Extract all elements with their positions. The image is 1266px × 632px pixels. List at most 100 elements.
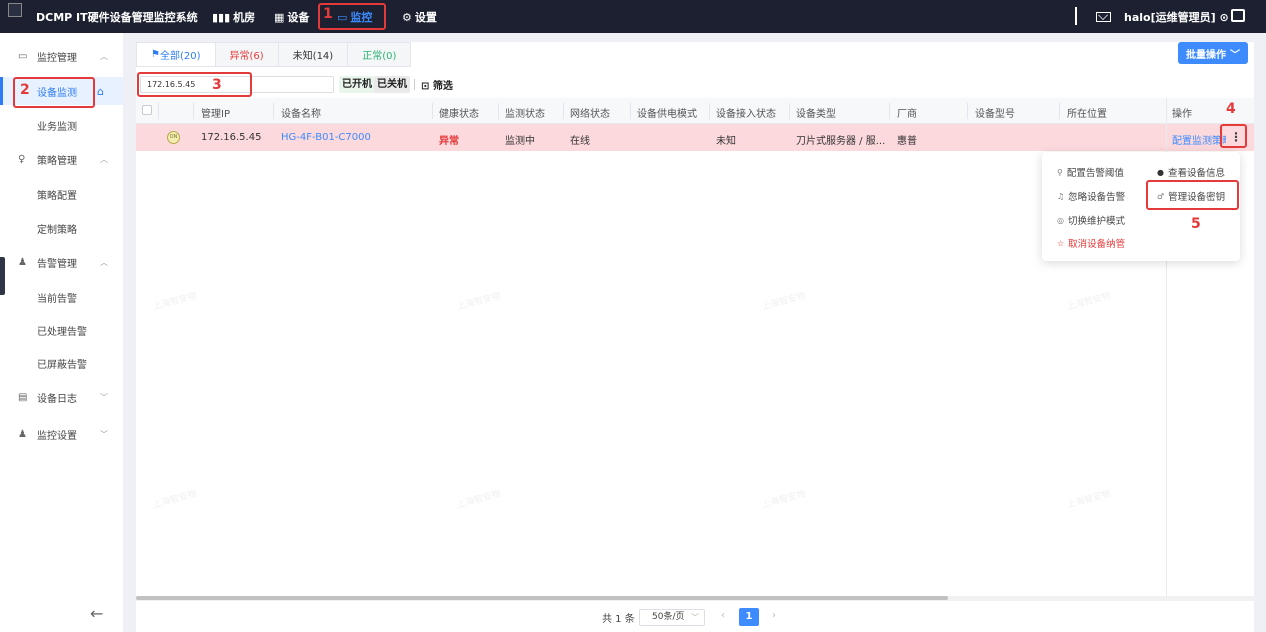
bell-icon: ♟ <box>18 256 27 268</box>
sidebar-group-monitor-management[interactable]: ▭ 监控管理 ︿ <box>0 42 123 70</box>
filter-button[interactable]: ⊡ 筛选 <box>421 77 453 92</box>
bulb-icon: ♀ <box>18 153 26 165</box>
col-header-name[interactable]: 设备名称 <box>281 105 321 120</box>
menu-item-config-alarm-threshold[interactable]: ⚲ 配置告警阈值 <box>1057 165 1124 180</box>
column-divider <box>889 103 890 119</box>
sidebar-item-current-alarms[interactable]: 当前告警 <box>0 283 123 311</box>
chevron-down-icon: ﹀ <box>100 429 108 439</box>
chevron-down-icon: ⊙ <box>1219 11 1229 24</box>
nav-item-settings[interactable]: ⚙ 设置 <box>402 9 437 25</box>
page-size-select[interactable]: 50条/页 ﹀ <box>639 609 705 626</box>
mail-icon[interactable] <box>1096 12 1111 22</box>
bar-chart-icon: ▮▮▮ <box>212 10 231 24</box>
info-icon: ● <box>1157 167 1164 177</box>
chevron-down-icon: ﹀ <box>691 613 699 622</box>
chevron-down-icon: ﹀ <box>100 392 108 402</box>
printer-icon[interactable] <box>1231 9 1245 22</box>
col-header-ip[interactable]: 管理IP <box>201 105 230 120</box>
watermark: 上海智安物 <box>760 489 807 511</box>
document-icon: ▤ <box>18 391 28 403</box>
annotation-label-5: 5 <box>1191 216 1201 232</box>
col-header-network[interactable]: 网络状态 <box>570 105 610 120</box>
col-header-model[interactable]: 设备型号 <box>975 105 1015 120</box>
annotation-box-3 <box>137 72 252 97</box>
page-number-current[interactable]: 1 <box>739 608 759 626</box>
top-divider <box>1075 7 1077 25</box>
cell-monitor-status: 监测中 <box>505 136 535 147</box>
sidebar-group-device-logs[interactable]: ▤ 设备日志 ﹀ <box>0 383 123 411</box>
menu-item-ignore-device-alarms[interactable]: ♫ 忽略设备告警 <box>1057 189 1125 204</box>
sidebar-item-custom-policy[interactable]: 定制策略 <box>0 214 123 242</box>
col-header-health[interactable]: 健康状态 <box>439 105 479 120</box>
collapse-arrow-icon[interactable]: ← <box>90 604 103 623</box>
col-header-actions: 操作 <box>1172 109 1192 120</box>
menu-item-cancel-device-management[interactable]: ☆ 取消设备纳管 <box>1057 236 1125 251</box>
menu-item-view-device-info[interactable]: ● 查看设备信息 <box>1157 165 1225 180</box>
col-header-location[interactable]: 所在位置 <box>1067 105 1107 120</box>
column-divider <box>709 103 710 119</box>
bell-off-icon: ♫ <box>1057 191 1065 201</box>
status-tabs: ⚑ 全部(20) 异常(6) 未知(14) 正常(0) <box>136 42 412 67</box>
home-icon[interactable]: ⌂ <box>97 85 104 98</box>
cell-access-status: 未知 <box>716 136 736 147</box>
monitor-icon: ▭ <box>18 50 28 62</box>
col-header-power-mode[interactable]: 设备供电模式 <box>637 105 697 120</box>
cell-network-status: 在线 <box>570 136 590 147</box>
column-divider <box>563 103 564 119</box>
sidebar-item-handled-alarms[interactable]: 已处理告警 <box>0 316 123 344</box>
prev-page-icon[interactable]: ‹ <box>721 610 725 621</box>
column-divider <box>273 103 274 119</box>
menu-item-toggle-maintenance[interactable]: ◎ 切换维护模式 <box>1057 213 1125 228</box>
column-divider <box>1059 103 1060 119</box>
device-name-link[interactable]: HG-4F-B01-C7000 <box>281 132 371 143</box>
flag-icon: ⚑ <box>151 49 160 60</box>
config-policy-link[interactable]: 配置监测策略 <box>1172 132 1226 147</box>
tab-abnormal[interactable]: 异常(6) <box>215 42 279 67</box>
cell-vendor: 惠普 <box>897 136 917 147</box>
annotation-label-1: 1 <box>323 6 333 22</box>
cell-device-type: 刀片式服务器 / 服... <box>796 136 886 147</box>
sidebar-group-policy-management[interactable]: ♀ 策略管理 ︿ <box>0 145 123 173</box>
tab-unknown[interactable]: 未知(14) <box>278 42 349 67</box>
sidebar-group-monitor-settings[interactable]: ♟ 监控设置 ﹀ <box>0 420 123 448</box>
chevron-down-icon: ﹀ <box>1230 49 1240 61</box>
sidebar-group-alarm-management[interactable]: ♟ 告警管理 ︿ <box>0 248 123 276</box>
chevron-up-icon: ︿ <box>100 257 108 267</box>
col-header-access[interactable]: 设备接入状态 <box>716 105 776 120</box>
select-all-checkbox[interactable] <box>142 105 152 115</box>
next-page-icon[interactable]: › <box>772 610 776 621</box>
nav-item-machine-room[interactable]: ▮▮▮ 机房 <box>212 9 255 25</box>
col-header-vendor[interactable]: 厂商 <box>897 105 917 120</box>
cell-health: 异常 <box>439 136 459 147</box>
powered-on-filter[interactable]: 已开机 <box>339 76 375 93</box>
sidebar-item-policy-config[interactable]: 策略配置 <box>0 180 123 208</box>
nav-item-devices[interactable]: ▦ 设备 <box>274 9 309 25</box>
watermark: 上海智安物 <box>760 291 807 313</box>
app-logo <box>8 3 22 17</box>
col-header-monitor[interactable]: 监测状态 <box>505 105 545 120</box>
search-icon: ⚲ <box>1057 167 1063 177</box>
watermark: 上海智安物 <box>455 291 502 313</box>
watermark: 上海智安物 <box>1065 291 1112 313</box>
watermark: 上海智安物 <box>455 489 502 511</box>
batch-operation-button[interactable]: 批量操作 ﹀ <box>1178 42 1248 64</box>
table-row[interactable]: ON 172.16.5.45 HG-4F-B01-C7000 异常 监测中 在线… <box>136 124 1254 151</box>
powered-off-filter[interactable]: 已关机 <box>374 76 410 93</box>
user-menu[interactable]: halo[运维管理员] ⊙ <box>1124 9 1229 25</box>
watermark: 上海智安物 <box>151 291 198 313</box>
filter-icon: ⊡ <box>421 81 430 92</box>
column-divider <box>967 103 968 119</box>
sidebar-item-business-monitoring[interactable]: 业务监测 <box>0 111 123 139</box>
tab-normal[interactable]: 正常(0) <box>348 42 412 67</box>
top-bar: DCMP IT硬件设备管理监控系统 ▮▮▮ 机房 ▦ 设备 ▭ 监控 ⚙ 设置 … <box>0 0 1266 33</box>
col-header-type[interactable]: 设备类型 <box>796 105 836 120</box>
column-divider <box>158 103 159 119</box>
sidebar-item-muted-alarms[interactable]: 已屏蔽告警 <box>0 349 123 377</box>
side-drawer-tab[interactable] <box>0 257 5 295</box>
tab-all[interactable]: ⚑ 全部(20) <box>136 42 216 67</box>
horizontal-scrollbar-thumb[interactable] <box>136 596 948 600</box>
watermark: 上海智安物 <box>151 489 198 511</box>
gear-icon: ⚙ <box>402 10 412 24</box>
power-on-badge: ON <box>167 131 180 144</box>
maintenance-icon: ◎ <box>1057 215 1064 225</box>
